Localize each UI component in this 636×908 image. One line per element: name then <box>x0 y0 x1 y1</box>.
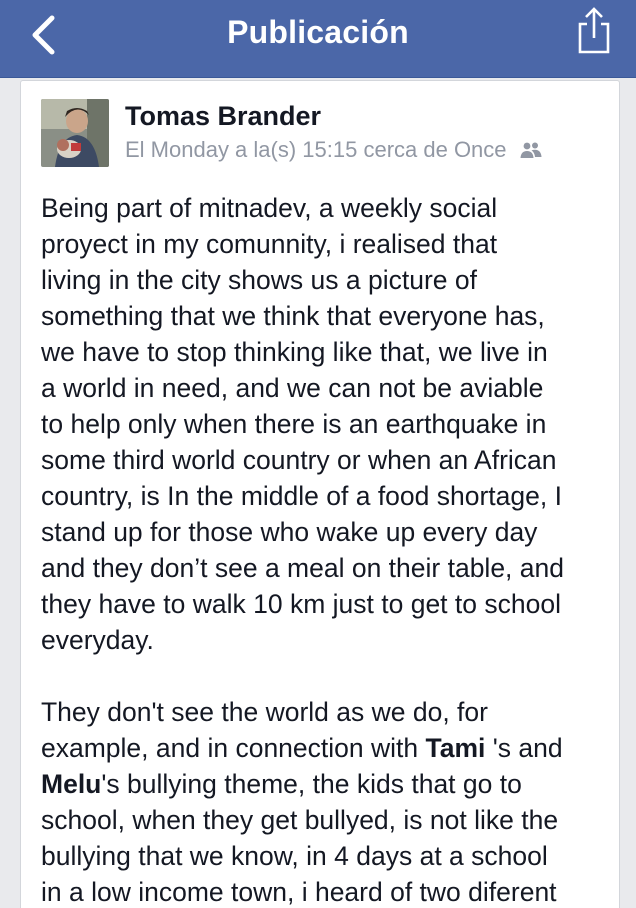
navigation-bar: Publicación <box>0 0 636 78</box>
post-text-line: we have to stop thinking like that, we l… <box>41 337 548 367</box>
post-text-segment: example, and in connection with <box>41 733 426 763</box>
post-text-segment: 's and <box>485 733 563 763</box>
post-text-line: country, is In the middle of a food shor… <box>41 481 562 511</box>
post-text-line: something that we think that everyone ha… <box>41 301 545 331</box>
page-title: Publicación <box>227 14 409 50</box>
post-text-line: Melu's bullying theme, the kids that go … <box>41 766 613 802</box>
post-text-line: a world in need, and we can not be aviab… <box>41 373 544 403</box>
post-text-line: living in the city shows us a picture of <box>41 265 477 295</box>
post-text-line: to help only when there is an earthquake… <box>41 409 547 439</box>
post-card: Tomas Brander El Monday a la(s) 15:15 ce… <box>20 80 620 908</box>
tagged-person-melu[interactable]: Melu <box>41 769 101 799</box>
share-icon <box>578 7 610 54</box>
avatar[interactable] <box>41 99 109 167</box>
post-text-line: in a low income town, i heard of two dif… <box>41 877 557 907</box>
friends-icon <box>520 142 542 158</box>
author-name[interactable]: Tomas Brander <box>125 101 321 132</box>
post-meta: El Monday a la(s) 15:15 cerca de Once <box>125 137 543 163</box>
post-text-line: They don't see the world as we do, for <box>41 697 488 727</box>
share-button[interactable] <box>574 6 614 56</box>
post-text-line: they have to walk 10 km just to get to s… <box>41 589 561 619</box>
post-text-line: example, and in connection with Tami 's … <box>41 730 613 766</box>
post-text-line: some third world country or when an Afri… <box>41 445 557 475</box>
post-text-line: Being part of mitnadev, a weekly social <box>41 193 498 223</box>
post-text-line: everyday. <box>41 625 154 655</box>
post-text-line: stand up for those who wake up every day <box>41 517 538 547</box>
post-body: Being part of mitnadev, a weekly social … <box>41 190 613 908</box>
post-text-line: and they don’t see a meal on their table… <box>41 553 564 583</box>
post-text-line: bullying that we know, in 4 days at a sc… <box>41 841 548 871</box>
post-text-segment: 's bullying theme, the kids that go to <box>101 769 522 799</box>
tagged-person-tami[interactable]: Tami <box>425 733 485 763</box>
post-timestamp-location[interactable]: El Monday a la(s) 15:15 cerca de Once <box>125 137 507 162</box>
post-text-line: proyect in my comunnity, i realised that <box>41 229 498 259</box>
post-text-line: school, when they get bullyed, is not li… <box>41 805 559 835</box>
